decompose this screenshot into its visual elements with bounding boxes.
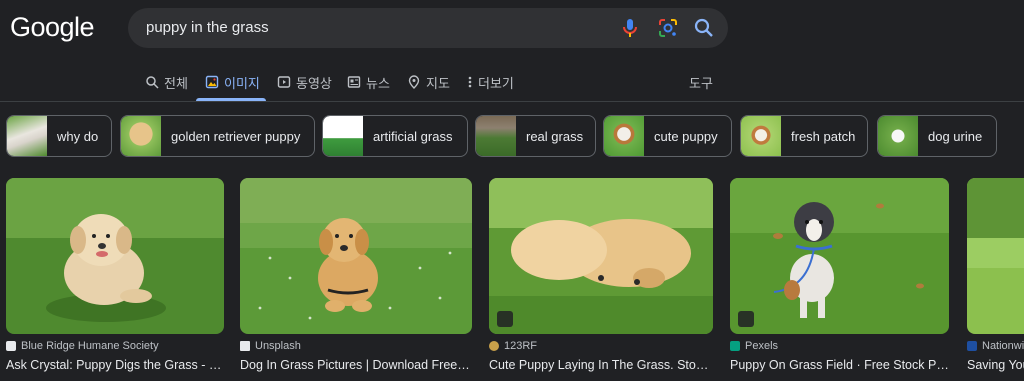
tab-images[interactable]: 이미지: [205, 70, 260, 94]
result-image[interactable]: [240, 178, 472, 334]
tab-label: 더보기: [478, 75, 514, 91]
image-result[interactable]: Pexels Puppy On Grass Field · Free Stock…: [730, 178, 949, 372]
result-image[interactable]: [730, 178, 949, 334]
tab-maps[interactable]: 지도: [407, 70, 450, 94]
search-input[interactable]: puppy in the grass: [146, 19, 269, 36]
chip-why-do[interactable]: why do: [6, 115, 112, 157]
result-source: Pexels: [730, 339, 949, 353]
unsplash-icon: [240, 341, 250, 351]
chip-real-grass[interactable]: real grass: [475, 115, 596, 157]
tools-label: 도구: [689, 75, 713, 91]
chip-label: why do: [57, 128, 99, 144]
site-favicon-icon: [489, 341, 499, 351]
chip-label: real grass: [526, 128, 584, 144]
result-image[interactable]: [489, 178, 713, 334]
map-pin-icon: [408, 75, 420, 89]
play-icon: [277, 76, 291, 88]
search-icon: [146, 76, 159, 89]
chip-label: artificial grass: [373, 128, 453, 144]
chip-dog-urine[interactable]: dog urine: [877, 115, 997, 157]
result-title[interactable]: Dog In Grass Pictures | Download Free Im…: [240, 358, 472, 372]
image-result[interactable]: Nationwi Saving You: [967, 178, 1024, 372]
chip-thumbnail: [121, 116, 161, 156]
chip-thumbnail: [7, 116, 47, 156]
tab-label: 전체: [164, 75, 188, 91]
puppy-photo: [967, 178, 1024, 334]
google-logo[interactable]: Google: [10, 12, 95, 43]
chip-golden-retriever-puppy[interactable]: golden retriever puppy: [120, 115, 315, 157]
chip-label: cute puppy: [654, 128, 718, 144]
image-result[interactable]: 123RF Cute Puppy Laying In The Grass. St…: [489, 178, 713, 372]
tab-more[interactable]: 더보기: [467, 70, 514, 94]
chip-label: dog urine: [928, 128, 983, 144]
source-name: Blue Ridge Humane Society: [21, 340, 159, 352]
image-badge-icon: [497, 311, 513, 327]
source-name: Pexels: [745, 340, 779, 352]
source-name: Nationwi: [982, 340, 1024, 352]
microphone-icon[interactable]: [618, 16, 642, 40]
puppy-photo: [240, 178, 472, 334]
chip-thumbnail: [878, 116, 918, 156]
puppy-photo: [6, 178, 224, 334]
tab-label: 뉴스: [366, 75, 390, 91]
news-icon: [347, 76, 361, 88]
pexels-icon: [730, 341, 740, 351]
result-title[interactable]: Ask Crystal: Puppy Digs the Grass - Bl..…: [6, 358, 224, 372]
tab-all[interactable]: 전체: [145, 70, 188, 94]
chip-thumbnail: [476, 116, 516, 156]
tab-videos[interactable]: 동영상: [277, 70, 332, 94]
tab-label: 지도: [426, 75, 450, 91]
result-image[interactable]: [6, 178, 224, 334]
chip-fresh-patch[interactable]: fresh patch: [740, 115, 868, 157]
tab-label: 이미지: [224, 75, 260, 91]
chip-label: fresh patch: [791, 128, 856, 144]
chip-cute-puppy[interactable]: cute puppy: [603, 115, 732, 157]
image-badge-icon: [738, 311, 754, 327]
result-source: Blue Ridge Humane Society: [6, 339, 224, 353]
site-favicon-icon: [6, 341, 16, 351]
chip-thumbnail: [741, 116, 781, 156]
active-tab-indicator: [196, 98, 266, 101]
result-source: Unsplash: [240, 339, 472, 353]
tab-label: 동영상: [296, 75, 332, 91]
result-title[interactable]: Puppy On Grass Field · Free Stock Photo: [730, 358, 949, 372]
source-name: Unsplash: [255, 340, 301, 352]
search-icon[interactable]: [692, 16, 716, 40]
result-image[interactable]: [967, 178, 1024, 334]
puppy-photo: [730, 178, 949, 334]
search-box[interactable]: puppy in the grass: [128, 8, 728, 48]
image-result[interactable]: Unsplash Dog In Grass Pictures | Downloa…: [240, 178, 472, 372]
chip-thumbnail: [604, 116, 644, 156]
result-source: 123RF: [489, 339, 713, 353]
image-result[interactable]: Blue Ridge Humane Society Ask Crystal: P…: [6, 178, 224, 372]
site-favicon-icon: [967, 341, 977, 351]
source-name: 123RF: [504, 340, 538, 352]
tab-news[interactable]: 뉴스: [347, 70, 390, 94]
related-searches: why do golden retriever puppy artificial…: [0, 115, 1024, 157]
image-icon: [205, 75, 219, 89]
chip-thumbnail: [323, 116, 363, 156]
chip-label: golden retriever puppy: [171, 128, 301, 144]
result-title[interactable]: Cute Puppy Laying In The Grass. Stock ..…: [489, 358, 713, 372]
tools-button[interactable]: 도구: [689, 70, 713, 94]
search-tabs: 전체 이미지 동영상 뉴스 지도 더보기 도구: [0, 62, 1024, 102]
chip-artificial-grass[interactable]: artificial grass: [322, 115, 468, 157]
more-vert-icon: [468, 76, 472, 88]
lens-icon[interactable]: [656, 16, 680, 40]
result-title[interactable]: Saving You: [967, 358, 1024, 372]
puppy-photo: [489, 178, 713, 334]
result-source: Nationwi: [967, 339, 1024, 353]
